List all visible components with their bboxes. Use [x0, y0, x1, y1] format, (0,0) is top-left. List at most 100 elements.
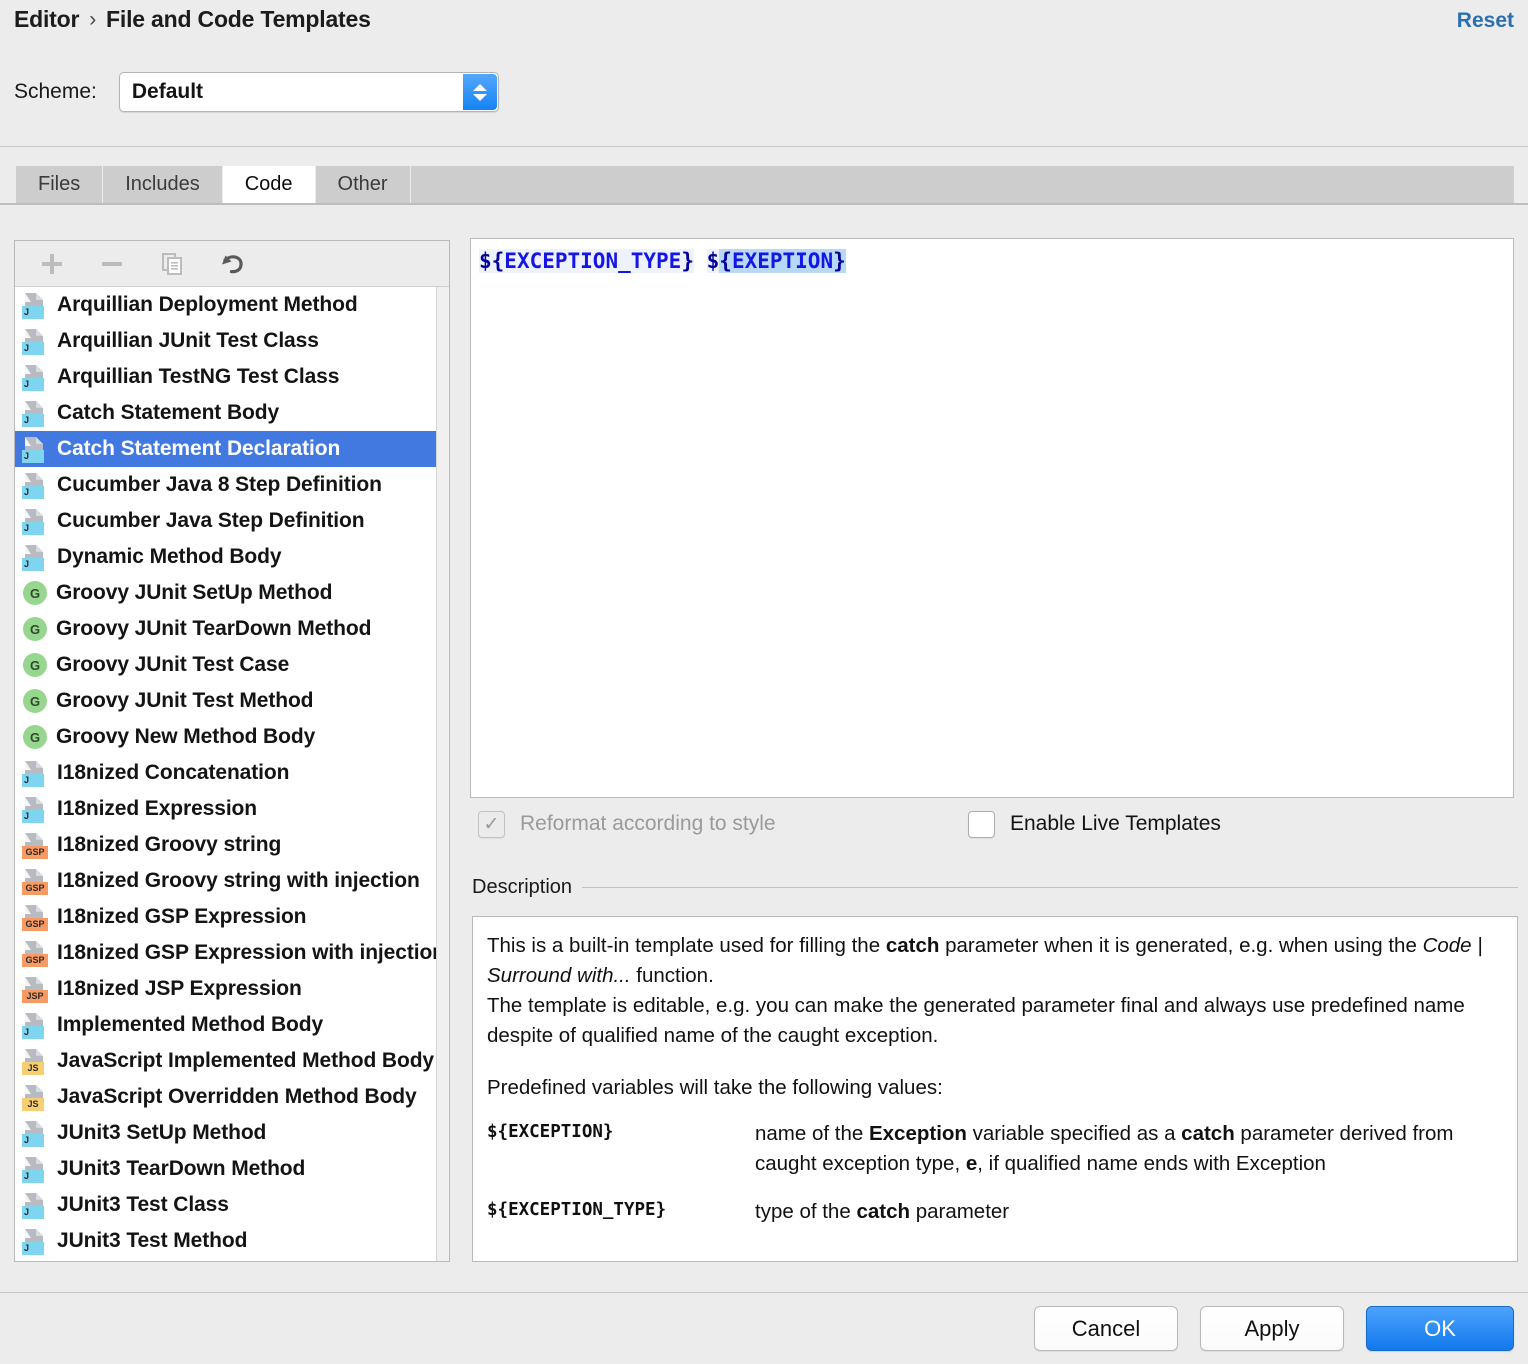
file-type-badge: GSP — [22, 954, 48, 967]
copy-icon[interactable] — [157, 249, 187, 279]
list-item[interactable]: J JUnit3 TearDown Method — [15, 1151, 436, 1187]
list-item[interactable]: GGroovy JUnit SetUp Method — [15, 575, 436, 611]
list-item[interactable]: JImplemented Method Body — [15, 1007, 436, 1043]
breadcrumb-item-file-and-code-templates: File and Code Templates — [106, 6, 371, 33]
list-item[interactable]: GGroovy JUnit Test Method — [15, 683, 436, 719]
java-file-icon: J — [22, 327, 48, 355]
list-item-label: I18nized JSP Expression — [57, 977, 302, 1001]
list-item[interactable]: GSPI18nized Groovy string — [15, 827, 436, 863]
list-item-label: Catch Statement Declaration — [57, 437, 340, 461]
text-run: name of the — [755, 1122, 869, 1145]
list-item[interactable]: JJUnit3 Test Class — [15, 1187, 436, 1223]
header-divider — [0, 146, 1528, 147]
list-item-label: Groovy JUnit TearDown Method — [56, 617, 371, 641]
text-run: , if qualified name ends with Exception — [977, 1152, 1326, 1175]
java-file-icon: J — [22, 543, 48, 571]
reformat-label: Reformat according to style — [520, 812, 776, 836]
scheme-stepper-icon[interactable] — [463, 74, 497, 110]
list-item[interactable]: GSPI18nized Groovy string with injection — [15, 863, 436, 899]
list-item[interactable]: JCucumber Java 8 Step Definition — [15, 467, 436, 503]
list-item-label: Arquillian Deployment Method — [57, 293, 358, 317]
groovy-icon: G — [23, 689, 47, 713]
list-item[interactable]: JArquillian Deployment Method — [15, 287, 436, 323]
list-item[interactable]: JJUnit3 SetUp Method — [15, 1115, 436, 1151]
revert-arrow-icon[interactable] — [217, 249, 247, 279]
list-item[interactable]: GGroovy JUnit Test Case — [15, 647, 436, 683]
ok-button[interactable]: OK — [1366, 1306, 1514, 1351]
list-item-label: JUnit3 TearDown Method — [57, 1157, 305, 1181]
list-item[interactable]: J Catch Statement Declaration — [15, 431, 436, 467]
tab-code[interactable]: Code — [223, 166, 316, 203]
text-run: e — [966, 1152, 977, 1175]
list-item[interactable]: JSJavaScript Overridden Method Body — [15, 1079, 436, 1115]
description-section-header: Description — [472, 874, 1518, 900]
js-file-icon: JS — [22, 1083, 48, 1111]
list-item[interactable]: GSPI18nized GSP Expression with injectio… — [15, 935, 436, 971]
template-list-scrollbar[interactable] — [436, 287, 449, 1261]
dialog-footer: Cancel Apply OK — [0, 1293, 1528, 1364]
list-item[interactable]: JArquillian JUnit Test Class — [15, 323, 436, 359]
list-item[interactable]: G Groovy JUnit TearDown Method — [15, 611, 436, 647]
variable-row: ${EXCEPTION}name of the Exception variab… — [487, 1119, 1501, 1197]
file-type-badge: J — [22, 486, 44, 499]
enable-live-templates-label: Enable Live Templates — [1010, 812, 1221, 836]
template-list-panel: JArquillian Deployment MethodJArquillian… — [14, 240, 450, 1262]
file-type-badge: J — [22, 1026, 44, 1039]
tab-bar-filler — [411, 166, 1514, 203]
list-item-label: Groovy JUnit Test Case — [56, 653, 289, 677]
scheme-label: Scheme: — [14, 80, 97, 104]
template-code-editor[interactable]: ${EXCEPTION_TYPE} ${EXEPTION} — [470, 238, 1514, 798]
chevron-up-icon — [473, 84, 487, 91]
tab-files[interactable]: Files — [16, 166, 103, 203]
file-type-badge: GSP — [22, 918, 48, 931]
file-type-badge: GSP — [22, 846, 48, 859]
file-type-badge: J — [22, 450, 44, 463]
java-file-icon: J — [22, 363, 48, 391]
enable-live-templates-checkbox[interactable]: Enable Live Templates — [968, 811, 1221, 838]
java-file-icon: J — [22, 435, 48, 463]
plus-icon[interactable] — [37, 249, 67, 279]
breadcrumb-item-editor[interactable]: Editor — [14, 6, 79, 33]
variables-intro: Predefined variables will take the follo… — [487, 1073, 1501, 1103]
list-item[interactable]: JI18nized Expression — [15, 791, 436, 827]
scheme-selected-value: Default — [120, 80, 203, 104]
scheme-dropdown[interactable]: Default — [119, 72, 499, 112]
list-item-label: JUnit3 Test Method — [57, 1229, 247, 1253]
list-item[interactable]: JArquillian TestNG Test Class — [15, 359, 436, 395]
file-type-badge: JS — [22, 1098, 44, 1111]
groovy-icon: G — [23, 617, 47, 641]
text-run: variable specified as a — [967, 1122, 1181, 1145]
tab-other[interactable]: Other — [316, 166, 411, 203]
list-item[interactable]: J Catch Statement Body — [15, 395, 436, 431]
list-item-label: I18nized Expression — [57, 797, 257, 821]
java-file-icon: J — [22, 507, 48, 535]
tab-bar-underline — [0, 203, 1528, 205]
minus-icon[interactable] — [97, 249, 127, 279]
list-item-label: I18nized Groovy string with injection — [57, 869, 420, 893]
list-item-label: Catch Statement Body — [57, 401, 279, 425]
tab-includes[interactable]: Includes — [103, 166, 223, 203]
file-type-badge: J — [22, 1170, 44, 1183]
code-token: EXEPTION — [732, 249, 833, 273]
list-item[interactable]: JCucumber Java Step Definition — [15, 503, 436, 539]
cancel-button[interactable]: Cancel — [1034, 1306, 1178, 1351]
template-code-line: ${EXCEPTION_TYPE} ${EXEPTION} — [471, 239, 1513, 275]
list-item[interactable]: JDynamic Method Body — [15, 539, 436, 575]
file-type-badge: J — [22, 342, 44, 355]
code-token: } — [833, 249, 846, 273]
list-item[interactable]: GSPI18nized GSP Expression — [15, 899, 436, 935]
list-item[interactable]: JI18nized Concatenation — [15, 755, 436, 791]
list-item[interactable]: GGroovy New Method Body — [15, 719, 436, 755]
code-token — [694, 249, 707, 273]
reset-link[interactable]: Reset — [1457, 9, 1514, 33]
file-type-badge: J — [22, 1242, 44, 1255]
list-item[interactable]: J JUnit3 Test Method — [15, 1223, 436, 1259]
template-list-body: JArquillian Deployment MethodJArquillian… — [15, 287, 449, 1261]
file-type-badge: J — [22, 414, 44, 427]
java-file-icon: J — [22, 1227, 48, 1255]
list-item[interactable]: JSJavaScript Implemented Method Body — [15, 1043, 436, 1079]
checkbox-box[interactable] — [968, 811, 995, 838]
apply-button[interactable]: Apply — [1200, 1306, 1344, 1351]
list-item[interactable]: JSPI18nized JSP Expression — [15, 971, 436, 1007]
code-token: $ — [707, 249, 720, 273]
